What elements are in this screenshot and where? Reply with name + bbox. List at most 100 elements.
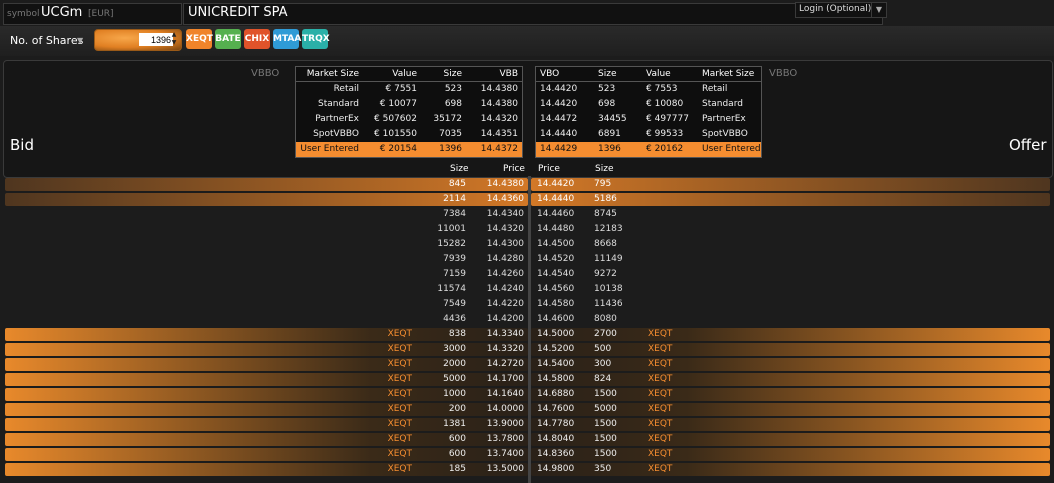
venue-order-row[interactable]: XEQT 185 13.5000 14.9800 350 XEQT [0,462,1054,477]
depth-row[interactable]: 4436 14.4200 14.4600 8080 [0,312,1054,327]
vbo-table-row: 14.4440 6891 € 99533 SpotVBBO [536,127,761,142]
bid-size: 11001 [437,224,466,234]
venue-button-xeqt[interactable]: XEQT [186,29,213,49]
vbb-table-cell: 14.4380 [480,84,518,94]
spinner-arrows-icon[interactable]: ▲ ▼ [168,31,180,48]
ask-size: 500 [594,344,612,354]
depth-row[interactable]: 7939 14.4280 14.4520 11149 [0,252,1054,267]
depth-row[interactable]: 7384 14.4340 14.4460 8745 [0,207,1054,222]
vbb-table-cell: SpotVBBO [313,129,359,139]
ask-price: 14.8360 [537,449,575,459]
symbol-field[interactable]: symbol UCGm [EUR] [3,3,182,25]
venue-order-row[interactable]: XEQT 838 14.3340 14.5000 2700 XEQT [0,327,1054,342]
bid-venue: XEQT [387,434,412,444]
bid-venue: XEQT [387,404,412,414]
bid-price: 13.5000 [486,464,524,474]
vbb-table-header-row: Market Size Value Size VBB [296,67,522,82]
bid-price: 14.0000 [486,404,524,414]
vbb-table-row: Standard € 10077 698 14.4380 [296,97,522,112]
bid-price: 13.7400 [486,449,524,459]
chevron-down-icon[interactable]: ▼ [871,3,886,17]
vbo-table-cell: € 497777 [646,114,689,124]
symbol-value[interactable]: UCGm [41,5,82,20]
vbb-table-cell: € 7551 [385,84,418,94]
bid-size: 200 [448,404,466,414]
bid-price: 14.4280 [486,254,524,264]
depth-row[interactable]: 845 14.4380 14.4420 795 [0,177,1054,192]
venue-button-chix[interactable]: CHIX [244,29,270,49]
ask-size: 9272 [594,269,617,279]
vbo-table-cell: User Entered [702,144,761,154]
depth-row[interactable]: 2114 14.4360 14.4440 5186 [0,192,1054,207]
login-dropdown[interactable]: Login (Optional) ▼ [795,2,887,18]
venue-button-bate[interactable]: BATE [215,29,241,49]
bid-price: 14.1700 [486,374,524,384]
venue-order-row[interactable]: XEQT 600 13.7800 14.8040 1500 XEQT [0,432,1054,447]
ask-price: 14.4460 [537,209,575,219]
bid-price: 14.3320 [486,344,524,354]
venue-order-row[interactable]: XEQT 200 14.0000 14.7600 5000 XEQT [0,402,1054,417]
symbol-label: symbol [7,9,40,19]
venue-order-row[interactable]: XEQT 3000 14.3320 14.5200 500 XEQT [0,342,1054,357]
vbb-table-header-cell: Size [443,69,462,79]
vbb-table-cell: 698 [444,99,462,109]
ask-size: 1500 [594,389,617,399]
venue-order-row[interactable]: XEQT 600 13.7400 14.8360 1500 XEQT [0,447,1054,462]
venue-order-row[interactable]: XEQT 1000 14.1640 14.6880 1500 XEQT [0,387,1054,402]
bid-size: 3000 [443,344,466,354]
ask-size: 824 [594,374,612,384]
ask-size: 5000 [594,404,617,414]
venue-order-row[interactable]: XEQT 2000 14.2720 14.5400 300 XEQT [0,357,1054,372]
depth-row[interactable]: 11574 14.4240 14.4560 10138 [0,282,1054,297]
vbb-table-cell: 14.4320 [480,114,518,124]
venue-button-mtaa[interactable]: MTAA [273,29,301,49]
bid-size: 7549 [443,299,466,309]
bid-venue: XEQT [387,359,412,369]
ask-price: 14.9800 [537,464,575,474]
depth-row[interactable]: 7159 14.4260 14.4540 9272 [0,267,1054,282]
vbo-table-cell: 1396 [598,144,621,154]
depth-row[interactable]: 15282 14.4300 14.4500 8668 [0,237,1054,252]
vbb-table-cell: 14.4351 [480,129,518,139]
vbo-table-cell: € 10080 [646,99,684,109]
vbb-table-cell: Retail [333,84,359,94]
ask-size: 8080 [594,314,617,324]
venue-button-trqx[interactable]: TRQX [302,29,330,49]
bid-price: 13.7800 [486,434,524,444]
venue-order-row[interactable]: XEQT 5000 14.1700 14.5800 824 XEQT [0,372,1054,387]
depth-row[interactable]: 11001 14.4320 14.4480 12183 [0,222,1054,237]
chevron-down-icon[interactable]: ▼ [77,36,83,45]
ask-size: 1500 [594,419,617,429]
ask-price: 14.8040 [537,434,575,444]
vbo-table-row: 14.4420 523 € 7553 Retail [536,82,761,97]
bid-venue: XEQT [387,464,412,474]
ask-venue: XEQT [648,419,673,429]
bid-size: 185 [448,464,466,474]
ask-price: 14.4540 [537,269,575,279]
ask-venue: XEQT [648,329,673,339]
ask-size: 5186 [594,194,617,204]
depth-row[interactable]: 7549 14.4220 14.4580 11436 [0,297,1054,312]
vbo-table-cell: 6891 [598,129,621,139]
vbo-table-header-row: VBO Size Value Market Size [536,67,761,82]
vbb-table-cell: 523 [444,84,462,94]
bid-price: 14.1640 [486,389,524,399]
bid-price: 14.4340 [486,209,524,219]
vbo-table-header-cell: VBO [540,69,560,79]
shares-dropdown-label[interactable]: No. of Shares [10,34,83,47]
vbb-table-cell: 14.4380 [480,99,518,109]
venue-order-row[interactable]: XEQT 1381 13.9000 14.7780 1500 XEQT [0,417,1054,432]
bid-venue: XEQT [387,449,412,459]
bid-size: 838 [448,329,466,339]
ask-venue: XEQT [648,464,673,474]
vbo-table-cell: Standard [702,99,743,109]
bid-size: 600 [448,434,466,444]
ask-venue: XEQT [648,449,673,459]
quantity-stepper[interactable]: ▲▼ [94,29,182,51]
bid-size: 11574 [437,284,466,294]
bid-venue: XEQT [387,389,412,399]
vbo-table-cell: 14.4472 [540,114,578,124]
ask-size: 795 [594,179,612,189]
vbo-table-cell: Retail [702,84,728,94]
ask-price: 14.7780 [537,419,575,429]
